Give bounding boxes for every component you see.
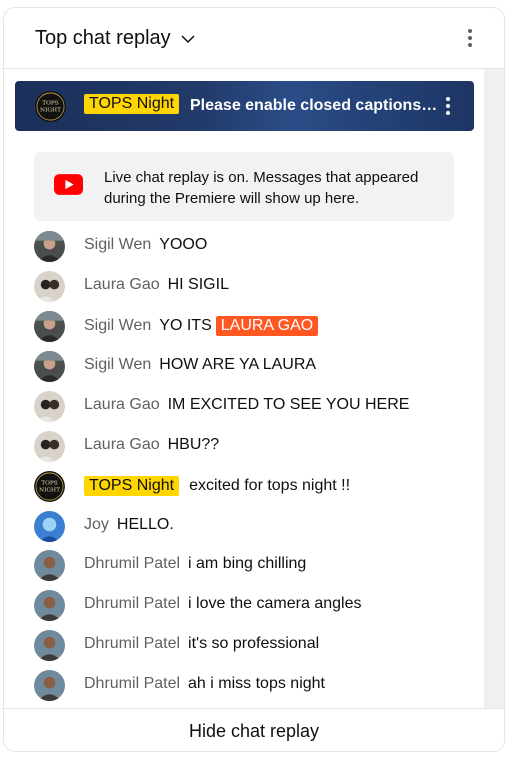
chat-message[interactable]: Dhrumil Patel i love the camera angles	[4, 585, 484, 625]
chat-message-owner[interactable]: TOPS NIGHT TOPS Night excited for tops nig…	[4, 466, 484, 506]
chat-message[interactable]: Sigil Wen YOOO	[4, 226, 484, 266]
avatar	[34, 590, 65, 621]
chat-mode-label: Top chat replay	[35, 27, 171, 49]
chevron-down-icon	[181, 34, 195, 43]
message-text: HOW ARE YA LAURA	[159, 356, 317, 373]
message-text: ah i miss tops night	[188, 675, 325, 692]
message-text: HELLO.	[116, 516, 174, 533]
header-menu-icon[interactable]	[458, 26, 482, 50]
chat-message[interactable]: Sigil Wen HOW ARE YA LAURA	[4, 346, 484, 386]
message-author[interactable]: Dhrumil Patel	[84, 675, 180, 693]
avatar	[34, 271, 65, 302]
hide-chat-replay-button[interactable]: Hide chat replay	[189, 721, 319, 742]
replay-notice: Live chat replay is on. Messages that ap…	[34, 152, 454, 221]
chat-message[interactable]: Laura Gao IM EXCITED TO SEE YOU HERE	[4, 386, 484, 426]
message-text: IM EXCITED TO SEE YOU HERE	[167, 396, 410, 413]
pinned-owner-badge[interactable]: TOPS Night	[84, 94, 180, 114]
message-author[interactable]: Joy	[84, 516, 109, 534]
chat-message[interactable]: Dhrumil Patel it's so professional	[4, 625, 484, 665]
chat-scrollbar[interactable]	[484, 69, 504, 709]
message-author[interactable]: Laura Gao	[84, 396, 160, 414]
svg-text:TOPS: TOPS	[41, 481, 58, 487]
message-text: YO ITS	[159, 317, 212, 334]
chat-header: Top chat replay	[4, 8, 504, 69]
avatar	[34, 670, 65, 701]
svg-text:NIGHT: NIGHT	[39, 487, 60, 493]
avatar	[34, 391, 65, 422]
pinned-message-text: Please enable closed captions…	[190, 97, 438, 114]
mention-chip[interactable]: LAURA GAO	[215, 316, 319, 336]
youtube-icon	[54, 174, 83, 195]
message-author[interactable]: Dhrumil Patel	[84, 555, 180, 573]
avatar	[34, 351, 65, 382]
message-author[interactable]: Sigil Wen	[84, 356, 151, 374]
avatar	[34, 311, 65, 342]
message-author[interactable]: Sigil Wen	[84, 236, 151, 254]
avatar	[34, 431, 65, 462]
message-text: HI SIGIL	[167, 276, 229, 293]
owner-badge[interactable]: TOPS Night	[84, 476, 180, 496]
message-author[interactable]: Dhrumil Patel	[84, 595, 180, 613]
chat-message[interactable]: Sigil Wen YO ITS LAURA GAO	[4, 306, 484, 346]
message-text: i am bing chilling	[188, 555, 307, 572]
avatar	[34, 550, 65, 581]
message-text: excited for tops night !!	[189, 477, 351, 494]
tops-night-avatar: TOPSNIGHT	[34, 471, 65, 502]
chat-footer: Hide chat replay	[4, 708, 504, 751]
message-author[interactable]: Sigil Wen	[84, 317, 151, 335]
message-author[interactable]: Laura Gao	[84, 276, 160, 294]
chat-message[interactable]: Laura Gao HI SIGIL	[4, 266, 484, 306]
tops-night-avatar: TOPS NIGHT	[35, 91, 66, 122]
chat-message[interactable]: Dhrumil Patel ah i miss tops night	[4, 665, 484, 705]
message-text: it's so professional	[188, 635, 320, 652]
pinned-menu-icon[interactable]	[436, 94, 460, 118]
message-author[interactable]: Laura Gao	[84, 436, 160, 454]
message-text: HBU??	[167, 436, 220, 453]
chat-message[interactable]: Joy HELLO.	[4, 506, 484, 546]
message-author[interactable]: Dhrumil Patel	[84, 635, 180, 653]
chat-panel: Top chat replay TOPS NIGHT TOPS Night Pl…	[3, 7, 505, 752]
replay-notice-text: Live chat replay is on. Messages that ap…	[104, 169, 419, 207]
chat-message[interactable]: Laura Gao HBU??	[4, 426, 484, 466]
avatar	[34, 630, 65, 661]
svg-text:TOPS: TOPS	[42, 101, 59, 107]
svg-text:NIGHT: NIGHT	[40, 107, 61, 113]
message-text: i love the camera angles	[188, 595, 362, 612]
chat-message[interactable]: Dhrumil Patel i am bing chilling	[4, 545, 484, 585]
avatar	[34, 231, 65, 262]
avatar	[34, 511, 65, 542]
message-text: YOOO	[159, 236, 208, 253]
chat-mode-dropdown[interactable]: Top chat replay	[35, 27, 197, 50]
pinned-message-banner[interactable]: TOPS NIGHT TOPS Night Please enable clos…	[15, 81, 474, 131]
